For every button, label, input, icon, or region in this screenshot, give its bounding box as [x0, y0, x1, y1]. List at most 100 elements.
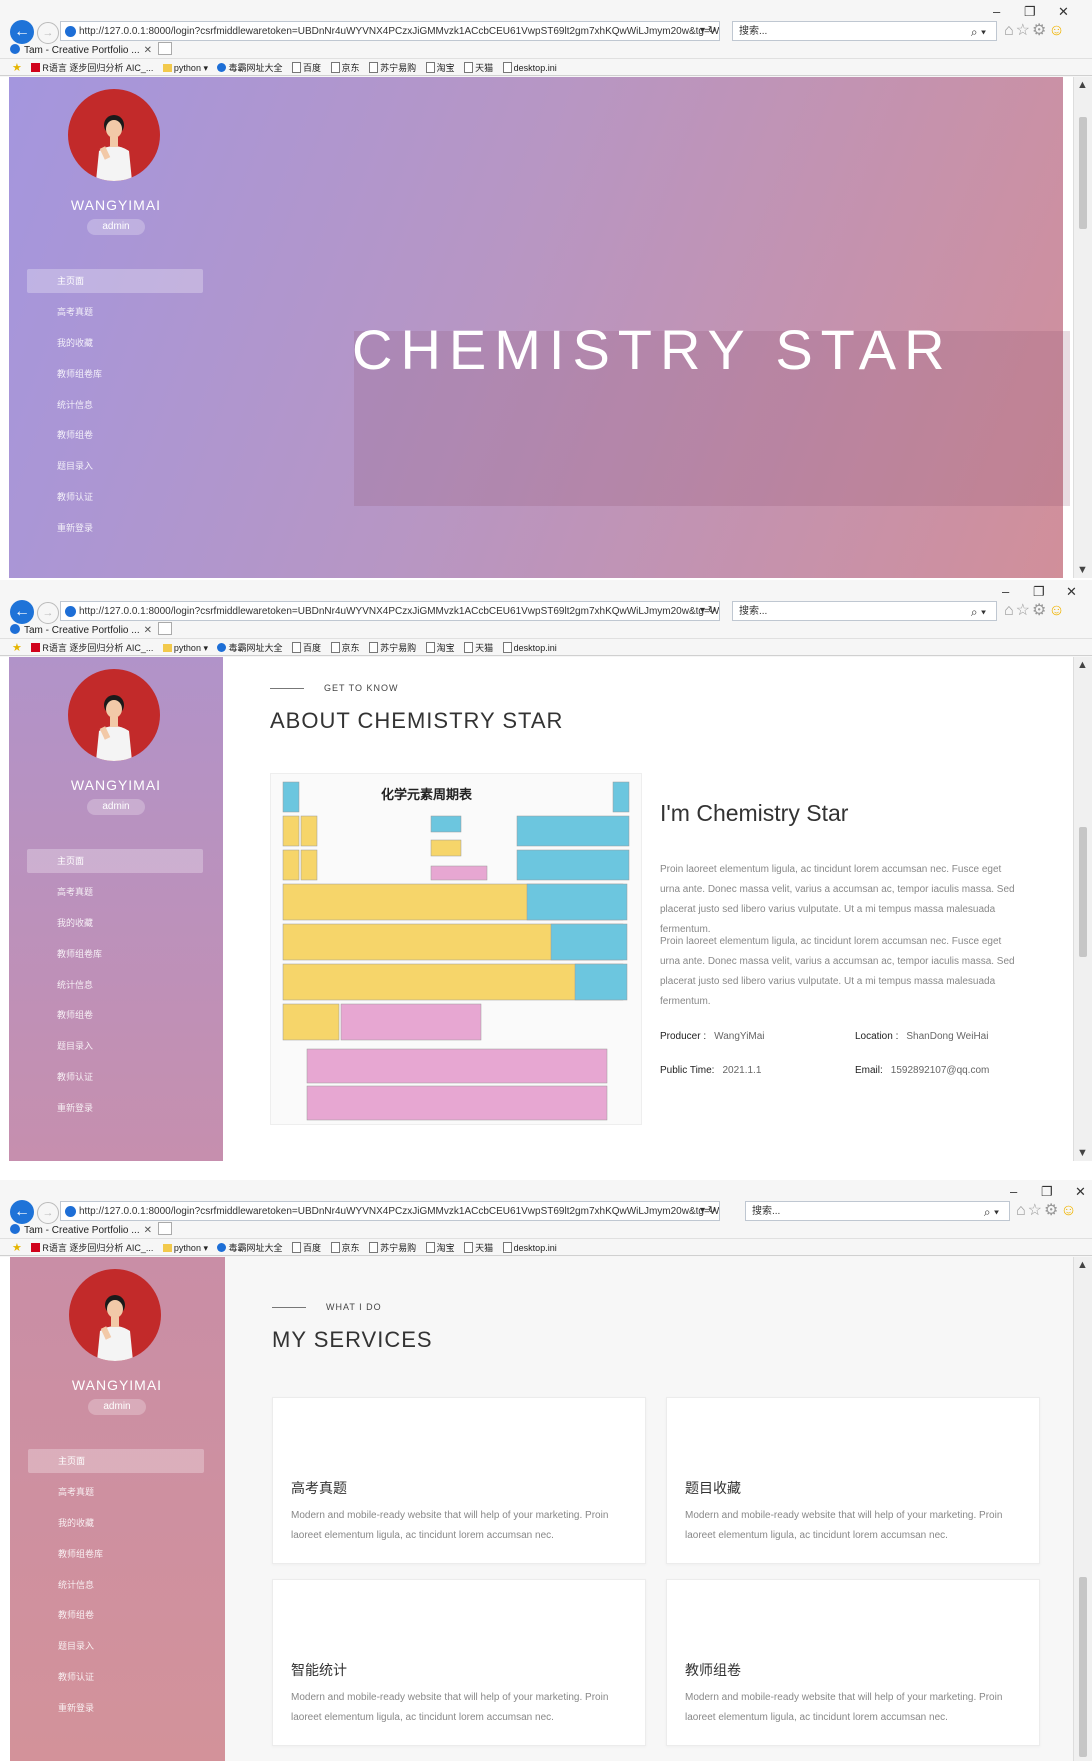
scroll-up-icon[interactable]: ▲	[1077, 1259, 1088, 1271]
address-tools[interactable]: ▾ ↻	[700, 1201, 716, 1221]
back-button[interactable]: ←	[10, 1200, 34, 1224]
fav-baidu-link[interactable]: 百度	[292, 1239, 321, 1257]
sidebar-item-question-entry[interactable]: 题目录入	[27, 1034, 203, 1058]
sidebar-item-relogin[interactable]: 重新登录	[27, 1096, 203, 1120]
fav-desktop-ini[interactable]: desktop.ini	[502, 1239, 557, 1257]
fav-suning-link[interactable]: 苏宁易购	[369, 639, 416, 657]
favorites-star-icon[interactable]: ☆	[1016, 22, 1032, 39]
forward-button[interactable]: →	[37, 1202, 59, 1224]
address-bar[interactable]: http://127.0.0.1:8000/login?csrfmiddlewa…	[60, 21, 720, 41]
gear-icon[interactable]: ⚙	[1044, 1202, 1060, 1219]
service-card-compose[interactable]: 教师组卷 Modern and mobile-ready website tha…	[666, 1579, 1040, 1746]
restore-button[interactable]: ❐	[1041, 1184, 1053, 1200]
fav-taobao-link[interactable]: 淘宝	[425, 639, 455, 657]
address-tools[interactable]: ▾ ↻	[700, 601, 716, 621]
home-icon[interactable]: ⌂	[1016, 1202, 1028, 1219]
sidebar-item-teacher-cert[interactable]: 教师认证	[28, 1665, 204, 1689]
sidebar-item-teacher-bank[interactable]: 教师组卷库	[28, 1542, 204, 1566]
browser-tab[interactable]: Tam - Creative Portfolio ... ✕	[10, 1222, 172, 1238]
fav-suning-link[interactable]: 苏宁易购	[369, 1239, 416, 1257]
sidebar-item-exam-papers[interactable]: 高考真题	[27, 880, 203, 904]
sidebar-item-teacher-compose[interactable]: 教师组卷	[28, 1603, 204, 1627]
sidebar-item-home[interactable]: 主页面	[27, 849, 203, 873]
fav-python-folder[interactable]: python ▾	[162, 59, 208, 77]
sidebar-item-teacher-cert[interactable]: 教师认证	[27, 1065, 203, 1089]
fav-taobao-link[interactable]: 淘宝	[425, 59, 455, 77]
sidebar-item-question-entry[interactable]: 题目录入	[27, 454, 203, 478]
close-window-button[interactable]: ✕	[1066, 584, 1077, 600]
sidebar-item-statistics[interactable]: 统计信息	[27, 393, 203, 417]
tab-close-icon[interactable]: ✕	[144, 45, 152, 56]
tab-close-icon[interactable]: ✕	[144, 625, 152, 636]
fav-tmall-link[interactable]: 天猫	[464, 639, 493, 657]
sidebar-item-question-entry[interactable]: 题目录入	[28, 1634, 204, 1658]
fav-r-link[interactable]: R语言 逐步回归分析 AIC_...	[31, 1239, 153, 1257]
page-scrollbar[interactable]: ▲	[1073, 1257, 1092, 1761]
scroll-up-icon[interactable]: ▲	[1077, 659, 1088, 671]
gear-icon[interactable]: ⚙	[1032, 602, 1048, 619]
sidebar-item-statistics[interactable]: 统计信息	[28, 1573, 204, 1597]
search-icon[interactable]: ⌕ ▾	[971, 22, 986, 42]
fav-python-folder[interactable]: python ▾	[162, 1239, 208, 1257]
search-input[interactable]: 搜索... ⌕ ▾	[745, 1201, 1010, 1221]
forward-button[interactable]: →	[37, 602, 59, 624]
sidebar-item-relogin[interactable]: 重新登录	[28, 1696, 204, 1720]
search-input[interactable]: 搜索... ⌕ ▾	[732, 601, 997, 621]
fav-tmall-link[interactable]: 天猫	[464, 1239, 493, 1257]
gear-icon[interactable]: ⚙	[1032, 22, 1048, 39]
sidebar-item-teacher-cert[interactable]: 教师认证	[27, 485, 203, 509]
fav-jd-link[interactable]: 京东	[330, 639, 360, 657]
fav-python-folder[interactable]: python ▾	[162, 639, 208, 657]
tab-close-icon[interactable]: ✕	[144, 1225, 152, 1236]
fav-desktop-ini[interactable]: desktop.ini	[502, 59, 557, 77]
home-icon[interactable]: ⌂	[1004, 602, 1016, 619]
minimize-button[interactable]: –	[993, 4, 1000, 19]
sidebar-item-statistics[interactable]: 统计信息	[27, 973, 203, 997]
favorites-star-icon[interactable]: ★	[12, 59, 22, 77]
fav-jd-link[interactable]: 京东	[330, 59, 360, 77]
sidebar-item-teacher-compose[interactable]: 教师组卷	[27, 423, 203, 447]
scroll-down-icon[interactable]: ▼	[1077, 1147, 1088, 1159]
service-card-favorites[interactable]: 题目收藏 Modern and mobile-ready website tha…	[666, 1397, 1040, 1564]
new-tab-button[interactable]	[157, 622, 172, 635]
restore-button[interactable]: ❐	[1024, 4, 1036, 20]
fav-duba-link[interactable]: 毒霸网址大全	[217, 59, 283, 77]
favorites-star-icon[interactable]: ☆	[1028, 1202, 1044, 1219]
sidebar-item-favorites[interactable]: 我的收藏	[27, 331, 203, 355]
sidebar-item-favorites[interactable]: 我的收藏	[27, 911, 203, 935]
browser-tab[interactable]: Tam - Creative Portfolio ... ✕	[10, 622, 172, 638]
address-bar[interactable]: http://127.0.0.1:8000/login?csrfmiddlewa…	[60, 601, 720, 621]
new-tab-button[interactable]	[157, 42, 172, 55]
sidebar-item-teacher-bank[interactable]: 教师组卷库	[27, 942, 203, 966]
fav-suning-link[interactable]: 苏宁易购	[369, 59, 416, 77]
fav-taobao-link[interactable]: 淘宝	[425, 1239, 455, 1257]
scrollbar-thumb[interactable]	[1079, 117, 1087, 229]
page-scrollbar[interactable]: ▲ ▼	[1073, 77, 1092, 578]
service-card-statistics[interactable]: 智能统计 Modern and mobile-ready website tha…	[272, 1579, 646, 1746]
forward-button[interactable]: →	[37, 22, 59, 44]
back-button[interactable]: ←	[10, 20, 34, 44]
fav-r-link[interactable]: R语言 逐步回归分析 AIC_...	[31, 59, 153, 77]
search-input[interactable]: 搜索... ⌕ ▾	[732, 21, 997, 41]
sidebar-item-home[interactable]: 主页面	[27, 269, 203, 293]
fav-duba-link[interactable]: 毒霸网址大全	[217, 639, 283, 657]
page-scrollbar[interactable]: ▲ ▼	[1073, 657, 1092, 1161]
minimize-button[interactable]: –	[1010, 1184, 1017, 1199]
sidebar-item-teacher-bank[interactable]: 教师组卷库	[27, 362, 203, 386]
sidebar-item-favorites[interactable]: 我的收藏	[28, 1511, 204, 1535]
sidebar-item-exam-papers[interactable]: 高考真题	[28, 1480, 204, 1504]
sidebar-item-relogin[interactable]: 重新登录	[27, 516, 203, 540]
scroll-down-icon[interactable]: ▼	[1077, 564, 1088, 576]
minimize-button[interactable]: –	[1002, 584, 1009, 599]
close-window-button[interactable]: ✕	[1058, 4, 1069, 20]
scrollbar-thumb[interactable]	[1079, 827, 1087, 957]
fav-duba-link[interactable]: 毒霸网址大全	[217, 1239, 283, 1257]
feedback-smiley-icon[interactable]: ☺	[1048, 22, 1066, 39]
fav-baidu-link[interactable]: 百度	[292, 59, 321, 77]
address-tools[interactable]: ▾ ↻	[700, 21, 716, 41]
sidebar-item-home[interactable]: 主页面	[28, 1449, 204, 1473]
fav-desktop-ini[interactable]: desktop.ini	[502, 639, 557, 657]
feedback-smiley-icon[interactable]: ☺	[1060, 1202, 1078, 1219]
scrollbar-thumb[interactable]	[1079, 1577, 1087, 1757]
scroll-up-icon[interactable]: ▲	[1077, 79, 1088, 91]
